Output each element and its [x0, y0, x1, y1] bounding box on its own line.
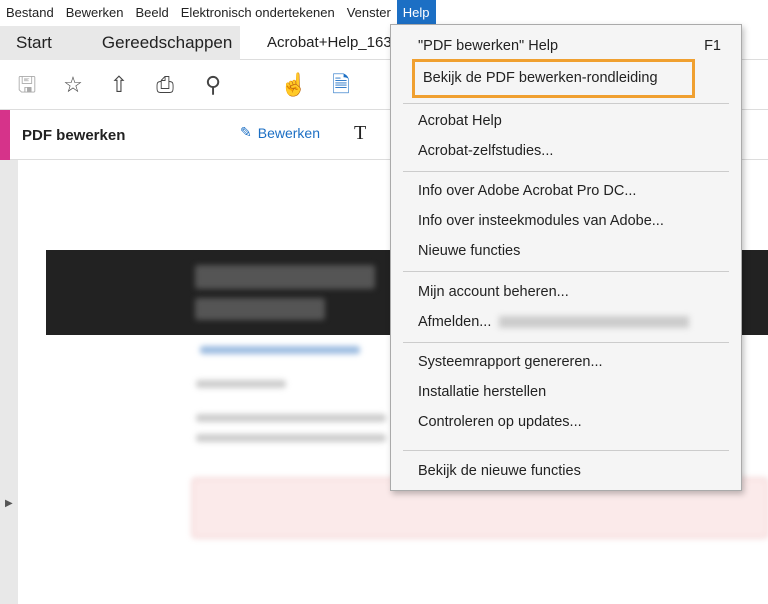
blurred-link [200, 346, 360, 354]
separator [403, 271, 729, 272]
add-text-button[interactable]: T [354, 122, 366, 145]
help-dropdown-menu: "PDF bewerken" Help F1 Bekijk de PDF bew… [390, 24, 742, 491]
menu-item-view-new-features[interactable]: Bekijk de nieuwe functies [418, 463, 581, 479]
edit-label: Bewerken [257, 124, 320, 141]
menu-bewerken[interactable]: Bewerken [60, 0, 130, 26]
menu-item-new-features[interactable]: Nieuwe functies [418, 243, 520, 259]
menu-item-sign-out[interactable]: Afmelden... [418, 314, 690, 330]
tab-document[interactable]: Acrobat+Help_1630 [267, 34, 400, 51]
save-icon[interactable]: 🖫 [14, 72, 40, 98]
menu-bestand[interactable]: Bestand [0, 0, 60, 26]
blurred-heading [195, 265, 375, 289]
edit-icon: ✎ [240, 124, 252, 140]
separator [403, 103, 729, 104]
separator [403, 450, 729, 451]
star-icon[interactable]: ☆ [60, 72, 86, 98]
blurred-heading [195, 298, 325, 320]
menu-help[interactable]: Help [396, 0, 436, 26]
menu-item-check-updates[interactable]: Controleren op updates... [418, 414, 582, 430]
blurred-text [196, 434, 386, 442]
separator [403, 342, 729, 343]
blurred-text [196, 380, 286, 388]
zoom-search-icon[interactable]: ⚲ [200, 72, 226, 98]
separator [403, 171, 729, 172]
document-icon[interactable]: 🗎 [328, 72, 354, 98]
tool-title: PDF bewerken [22, 127, 126, 144]
menu-bar: Bestand Bewerken Beeld Elektronisch onde… [0, 0, 768, 26]
menu-elektronisch-ondertekenen[interactable]: Elektronisch ondertekenen [175, 0, 341, 26]
tab-start[interactable]: Start [16, 33, 52, 53]
print-icon[interactable]: ⎙ [152, 72, 178, 98]
shortcut-f1: F1 [704, 38, 721, 54]
hand-tool-icon[interactable]: ☝ [280, 72, 307, 98]
menu-item-system-report[interactable]: Systeemrapport genereren... [418, 354, 603, 370]
tab-tools[interactable]: Gereedschappen [102, 33, 232, 53]
sign-out-label: Afmelden... [418, 314, 492, 330]
blurred-text [196, 414, 386, 422]
tool-color-strip [0, 110, 10, 160]
blurred-email [499, 316, 690, 329]
menu-item-pdf-edit-help[interactable]: "PDF bewerken" Help [418, 38, 558, 54]
cloud-upload-icon[interactable]: ⇧ [106, 72, 132, 98]
menu-beeld[interactable]: Beeld [130, 0, 175, 26]
menu-item-tutorials[interactable]: Acrobat-zelfstudies... [418, 143, 553, 159]
menu-item-about-plugins[interactable]: Info over insteekmodules van Adobe... [418, 213, 664, 229]
menu-item-tour[interactable]: Bekijk de PDF bewerken-rondleiding [423, 70, 658, 86]
menu-item-manage-account[interactable]: Mijn account beheren... [418, 284, 569, 300]
menu-item-about-acrobat[interactable]: Info over Adobe Acrobat Pro DC... [418, 183, 636, 199]
menu-item-acrobat-help[interactable]: Acrobat Help [418, 113, 502, 129]
menu-item-repair-install[interactable]: Installatie herstellen [418, 384, 546, 400]
menu-venster[interactable]: Venster [341, 0, 397, 26]
left-panel: ▶ [0, 160, 18, 604]
expand-panel-icon[interactable]: ▶ [5, 498, 13, 509]
edit-button[interactable]: ✎ Bewerken [240, 124, 320, 141]
